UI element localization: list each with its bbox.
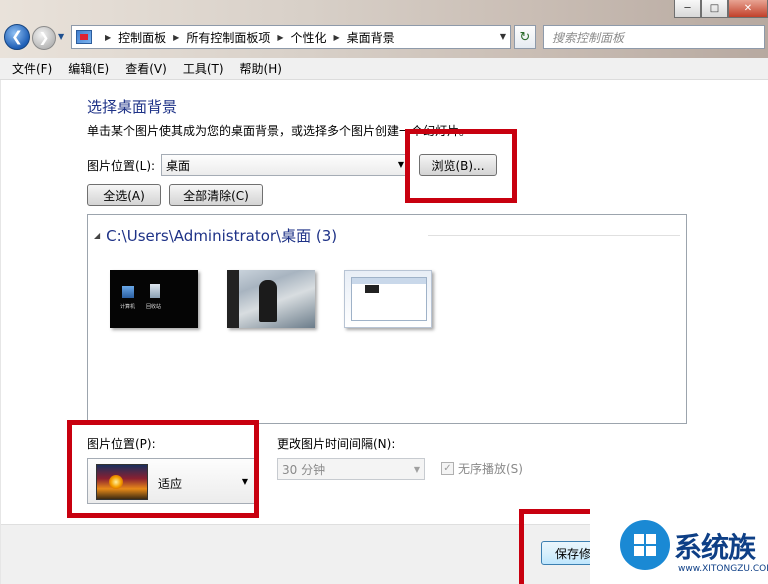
thumbnail-strip [227, 270, 239, 328]
picture-location-value: 桌面 [166, 158, 191, 173]
thumbnail-screenshot[interactable] [344, 270, 432, 328]
collapse-triangle-icon[interactable]: ◢ [94, 231, 100, 240]
menu-help[interactable]: 帮助(H) [232, 60, 290, 77]
search-input[interactable]: 搜索控制面板 [543, 25, 765, 49]
windows-logo-icon [620, 520, 670, 570]
thumbnail-label: 计算机 [120, 304, 136, 310]
control-panel-icon [76, 30, 92, 44]
clear-all-button[interactable]: 全部清除(C) [169, 184, 263, 206]
breadcrumb-desktop-background[interactable]: 桌面背景 [347, 29, 395, 46]
maximize-button[interactable]: □ [701, 0, 728, 18]
back-button[interactable]: ❮ [4, 24, 30, 50]
refresh-icon: ↻ [519, 29, 531, 45]
shuffle-checkbox[interactable]: ✓ 无序播放(S) [441, 460, 523, 477]
breadcrumb-all-items[interactable]: 所有控制面板项 [186, 29, 270, 46]
picture-location-select[interactable]: 桌面 ▼ [161, 154, 409, 176]
chevron-down-icon: ▼ [413, 465, 420, 474]
address-bar[interactable]: ▶ 控制面板 ▶ 所有控制面板项 ▶ 个性化 ▶ 桌面背景 ▼ [71, 25, 511, 49]
title-bar: ─ □ ✕ ❮ ❯ ▼ ▶ 控制面板 ▶ 所有控制面板项 ▶ 个性化 ▶ 桌面背… [0, 0, 768, 60]
page-title: 选择桌面背景 [87, 98, 178, 116]
select-all-button[interactable]: 全选(A) [87, 184, 161, 206]
menu-bar: 文件(F) 编辑(E) 查看(V) 工具(T) 帮助(H) [0, 58, 768, 80]
breadcrumb-separator-icon[interactable]: ▶ [173, 33, 179, 42]
thumbnail-window [351, 277, 427, 321]
watermark: 系统族 www.XITONGZU.COM [590, 508, 768, 584]
breadcrumb-separator-icon[interactable]: ▶ [105, 33, 111, 42]
window-controls: ─ □ ✕ [674, 0, 768, 18]
interval-value: 30 分钟 [282, 462, 326, 477]
chevron-down-icon: ▼ [397, 160, 404, 169]
breadcrumb-personalization[interactable]: 个性化 [291, 29, 327, 46]
menu-file[interactable]: 文件(F) [4, 60, 60, 77]
shuffle-label: 无序播放(S) [458, 462, 523, 476]
minimize-button[interactable]: ─ [674, 0, 701, 18]
thumbnail-photo[interactable] [227, 270, 315, 328]
computer-icon [122, 286, 134, 298]
forward-button[interactable]: ❯ [32, 26, 56, 50]
group-divider [428, 235, 680, 236]
thumbnail-figure [259, 280, 277, 322]
close-button[interactable]: ✕ [728, 0, 768, 18]
breadcrumb-separator-icon[interactable]: ▶ [334, 33, 340, 42]
group-header[interactable]: ◢ C:\Users\Administrator\桌面 (3) [94, 225, 337, 246]
picture-location-label: 图片位置(L): [87, 159, 156, 173]
highlight-box-browse [405, 129, 517, 203]
address-dropdown-icon[interactable]: ▼ [500, 32, 506, 41]
forward-arrow-icon: ❯ [38, 30, 50, 46]
thumbnail-label: 回收站 [146, 304, 162, 310]
menu-tools[interactable]: 工具(T) [175, 60, 232, 77]
thumbnail-desktop-icons[interactable]: 计算机 回收站 [110, 270, 198, 328]
highlight-box-position [67, 420, 259, 518]
interval-select[interactable]: 30 分钟 ▼ [277, 458, 425, 480]
breadcrumb-separator-icon[interactable]: ▶ [277, 33, 283, 42]
menu-edit[interactable]: 编辑(E) [60, 60, 117, 77]
thumbnail-block [365, 285, 379, 293]
recycle-bin-icon [150, 284, 160, 298]
navigation-bar: ❮ ❯ ▼ ▶ 控制面板 ▶ 所有控制面板项 ▶ 个性化 ▶ 桌面背景 ▼ ↻ … [0, 22, 768, 52]
watermark-url: www.XITONGZU.COM [678, 564, 768, 574]
menu-view[interactable]: 查看(V) [117, 60, 175, 77]
picture-gallery[interactable]: ◢ C:\Users\Administrator\桌面 (3) 计算机 回收站 [87, 214, 687, 424]
watermark-text: 系统族 [674, 531, 756, 564]
interval-label: 更改图片时间间隔(N): [277, 437, 396, 451]
back-arrow-icon: ❮ [11, 29, 23, 45]
checkmark-icon[interactable]: ✓ [441, 462, 454, 475]
refresh-button[interactable]: ↻ [514, 25, 536, 49]
group-title: C:\Users\Administrator\桌面 (3) [106, 227, 338, 245]
recent-pages-dropdown[interactable]: ▼ [58, 32, 64, 41]
breadcrumb-control-panel[interactable]: 控制面板 [118, 29, 166, 46]
